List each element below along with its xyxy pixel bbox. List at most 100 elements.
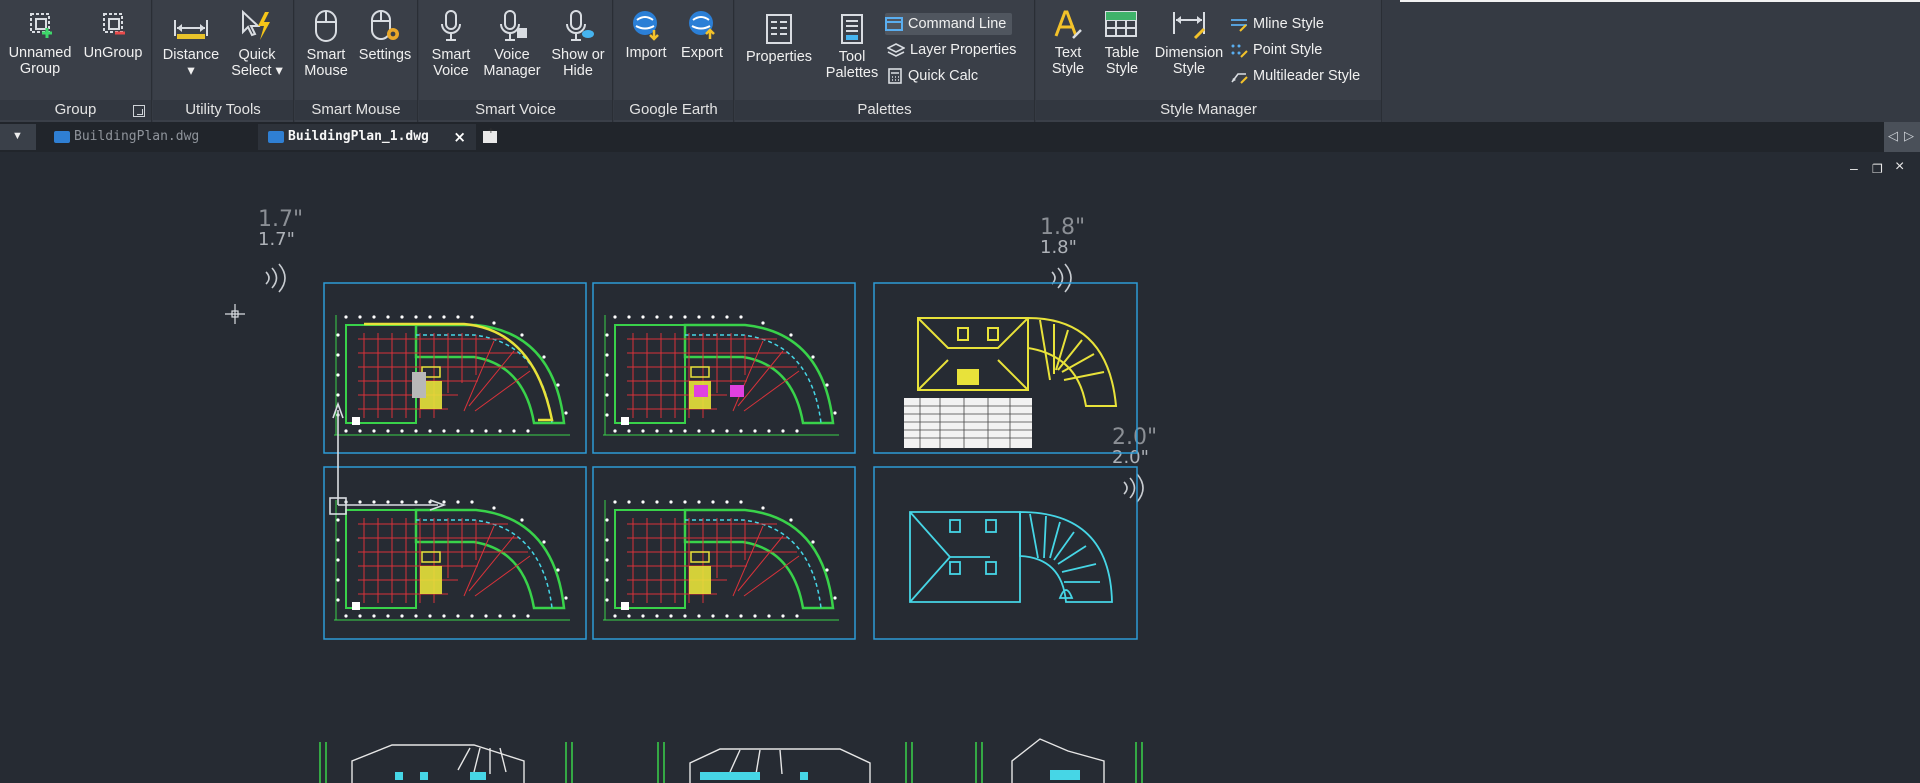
layer-properties-button[interactable]: Layer Properties [887,39,1016,61]
ungroup-button[interactable]: UnGroup [80,8,146,61]
command-line-label: Command Line [908,16,1007,32]
tab-scroll-controls: ◁ ▷ [1884,122,1920,152]
quick-select-button[interactable]: Quick Select ▾ [225,8,289,79]
multileader-style-button[interactable]: Multileader Style [1230,65,1360,87]
mline-style-button[interactable]: Mline Style [1230,13,1324,35]
distance-label: Distance ▾ [162,47,220,79]
voice-manager-icon [500,10,527,41]
tool-palettes-icon [841,14,863,44]
dimension-style-icon [1173,12,1206,40]
panel-style-manager: Text Style Table Style Dimension Style M… [1036,0,1382,122]
text-style-label: Text Style [1051,45,1085,77]
smart-mouse-label: Smart Mouse [304,47,348,79]
properties-button[interactable]: Properties [739,12,819,65]
mouse-settings-icon [371,10,399,40]
settings-label: Settings [358,47,412,63]
export-button[interactable]: Export [674,8,730,61]
cad-drawing [225,263,1144,783]
panel-google-earth: Import Export Google Earth [614,0,734,122]
show-hide-voice-icon [566,10,594,41]
furniture-block [730,385,744,397]
show-or-hide-label: Show or Hide [551,47,605,79]
layer-properties-icon [887,43,905,57]
tab-list-button[interactable]: ▼ [0,124,36,150]
quick-calc-button[interactable]: Quick Calc [887,65,978,87]
tool-palettes-button[interactable]: Tool Palettes [819,12,885,81]
panel-title-utility-tools: Utility Tools [153,100,293,120]
panel-title-smart-mouse: Smart Mouse [295,100,417,120]
tab-label: BuildingPlan_1.dwg [288,129,429,144]
dwg-file-icon [54,131,70,143]
floor-plan-3 [332,498,572,622]
smart-mouse-button[interactable]: Smart Mouse [297,8,355,79]
panel-title-smart-voice: Smart Voice [419,100,612,120]
crosshair-cursor-icon [225,304,245,324]
unnamed-group-icon [30,13,52,38]
table-style-icon [1105,11,1137,37]
voice-manager-label: Voice Manager [483,47,541,79]
dwg-file-icon [268,131,284,143]
properties-label: Properties [745,49,813,65]
mouse-icon [315,10,337,42]
quick-calc-label: Quick Calc [908,68,979,84]
microphone-icon [441,10,461,41]
export-label: Export [681,45,723,61]
close-tab-icon[interactable]: × [453,124,466,150]
panel-palettes: Properties Tool Palettes Command Line La… [735,0,1035,122]
point-style-label: Point Style [1253,42,1323,58]
text-style-button[interactable]: Text Style [1040,8,1096,77]
roof-plan-cyan [909,511,1113,603]
scroll-left-icon[interactable]: ◁ [1888,128,1898,144]
panel-title-google-earth: Google Earth [614,100,733,120]
settings-button[interactable]: Settings [353,8,417,63]
show-or-hide-button[interactable]: Show or Hide [545,8,611,79]
distance-icon [174,20,208,39]
floor-plan-4 [601,498,841,622]
elevation-drawings [319,738,1143,783]
ungroup-label: UnGroup [83,45,143,61]
floor-plan-1 [332,313,572,437]
tab-buildingplan-1[interactable]: BuildingPlan_1.dwg × [258,124,476,150]
panel-title-style-manager: Style Manager [1036,100,1381,120]
panel-group: Unnamed Group UnGroup Group [0,0,152,122]
multileader-style-icon [1231,73,1248,84]
group-dialog-launcher-icon[interactable] [133,105,145,117]
command-line-icon [885,17,903,31]
ungroup-icon [103,13,125,35]
roof-plan-yellow [917,316,1118,407]
mline-style-label: Mline Style [1253,16,1324,32]
ucs-axis-icon [329,401,447,515]
scroll-right-icon[interactable]: ▷ [1904,128,1914,144]
import-button[interactable]: Import [618,8,674,61]
legend-table [904,398,1032,448]
layer-properties-label: Layer Properties [910,42,1017,58]
point-style-button[interactable]: Point Style [1230,39,1322,61]
smart-voice-button[interactable]: Smart Voice [421,8,481,79]
multileader-style-label: Multileader Style [1253,68,1361,84]
unnamed-group-label: Unnamed Group [8,45,72,77]
quick-select-icon [242,9,270,40]
import-label: Import [625,45,667,61]
tab-label: BuildingPlan.dwg [74,129,200,144]
panel-title-group: Group [0,100,151,120]
caret-down-icon: ▼ [12,130,23,142]
point-style-icon [1231,44,1248,58]
dimension-style-button[interactable]: Dimension Style [1148,8,1230,77]
ribbon: Unnamed Group UnGroup Group Distance ▾ Q… [0,0,1920,122]
calculator-icon [888,68,902,84]
tab-buildingplan[interactable]: BuildingPlan.dwg [44,124,258,150]
panel-smart-mouse: Smart Mouse Settings Smart Mouse [295,0,418,122]
voice-manager-button[interactable]: Voice Manager [479,8,545,79]
smart-voice-label: Smart Voice [431,47,471,79]
new-tab-icon[interactable] [483,126,497,143]
unnamed-group-button[interactable]: Unnamed Group [4,8,76,77]
panel-utility-tools: Distance ▾ Quick Select ▾ Utility Tools [153,0,294,122]
properties-icon [766,14,792,44]
command-line-button[interactable]: Command Line [885,13,1013,35]
floor-plan-2 [601,313,841,437]
document-tab-strip: ▼ BuildingPlan.dwg BuildingPlan_1.dwg × … [0,122,1920,152]
distance-button[interactable]: Distance ▾ [159,12,223,79]
panel-smart-voice: Smart Voice Voice Manager Show or Hide S… [419,0,613,122]
table-style-button[interactable]: Table Style [1094,8,1150,77]
earth-export-icon [689,11,715,39]
